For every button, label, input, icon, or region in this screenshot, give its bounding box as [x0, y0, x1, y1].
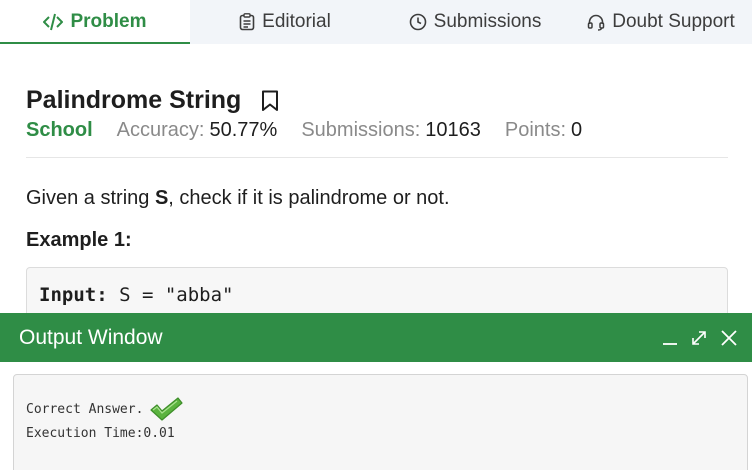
tab-label: Submissions [433, 11, 542, 32]
bookmark-icon[interactable] [261, 90, 279, 112]
clock-icon [409, 13, 426, 31]
example-input-line: Input: S = "abba" [39, 284, 233, 306]
problem-meta: School Accuracy: 50.77% Submissions: 101… [26, 119, 606, 142]
example-heading: Example 1: [26, 229, 132, 251]
window-controls [650, 313, 738, 362]
description-text: Given a string [26, 187, 155, 209]
problem-description: Given a string S, check if it is palindr… [26, 187, 450, 210]
tab-label: Editorial [262, 11, 331, 32]
execution-time: Execution Time:0.01 [26, 426, 175, 441]
description-variable: S [154, 187, 169, 209]
example-input-label: Input: [39, 284, 108, 306]
problem-title: Palindrome String [26, 86, 242, 114]
problem-title-row: Palindrome String [26, 86, 279, 115]
document-icon [239, 13, 255, 31]
output-window-header: Output Window [0, 313, 752, 362]
difficulty-badge: School [26, 119, 93, 141]
submissions-value: 10163 [425, 119, 481, 141]
tab-editorial[interactable]: Editorial [190, 0, 380, 44]
output-window-title: Output Window [19, 325, 163, 349]
tab-submissions[interactable]: Submissions [380, 0, 570, 44]
output-window-body: Correct Answer. Execution Time:0.01 [0, 362, 752, 470]
divider [26, 157, 728, 158]
description-text-end: , check if it is palindrome or not. [168, 187, 450, 209]
close-icon[interactable] [720, 329, 738, 347]
code-icon [43, 13, 64, 31]
accuracy-label: Accuracy: [116, 119, 205, 141]
submissions-label: Submissions: [301, 119, 421, 141]
result-line: Correct Answer. [26, 396, 184, 422]
example-input-value: S = "abba" [107, 284, 234, 306]
result-text: Correct Answer. [26, 401, 144, 417]
accuracy-value: 50.77% [209, 119, 278, 141]
tab-bar: Problem Editorial Submissions Doubt Supp… [0, 0, 752, 44]
tab-doubt-support[interactable]: Doubt Support [570, 0, 752, 44]
tab-label: Problem [70, 11, 147, 32]
points-value: 0 [571, 119, 583, 141]
headset-icon [587, 14, 605, 31]
tab-label: Doubt Support [612, 11, 735, 32]
expand-icon[interactable] [690, 329, 708, 347]
points-label: Points: [504, 119, 567, 141]
minimize-icon[interactable] [662, 329, 678, 347]
output-panel: Correct Answer. Execution Time:0.01 [13, 374, 748, 470]
checkmark-icon [149, 396, 184, 422]
tab-problem[interactable]: Problem [0, 0, 190, 44]
